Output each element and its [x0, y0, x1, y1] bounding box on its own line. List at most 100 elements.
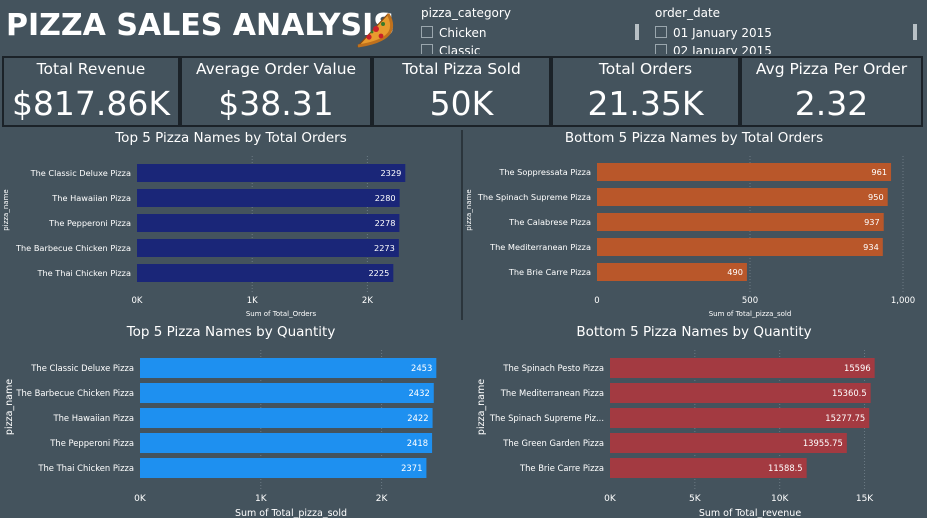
slicer-option-date-1[interactable]: 01 January 2015 [655, 26, 772, 40]
category-label: The Brie Carre Pizza [508, 267, 591, 277]
bar [137, 264, 394, 282]
category-label: The Classic Deluxe Pizza [30, 363, 134, 373]
data-label: 15596 [844, 363, 871, 373]
bar [137, 164, 406, 182]
kpi-card-total-orders: Total Orders 21.35K [551, 56, 740, 127]
x-axis-label: Sum of Total_pizza_sold [709, 310, 792, 318]
bar [140, 458, 427, 478]
chart-title: Bottom 5 Pizza Names by Quantity [576, 324, 811, 340]
bar [137, 189, 400, 207]
data-label: 950 [868, 192, 884, 202]
bar [597, 188, 888, 206]
kpi-label: Average Order Value [195, 60, 357, 78]
category-label: The Barbecue Chicken Pizza [15, 388, 134, 398]
category-label: The Pepperoni Pizza [49, 438, 134, 448]
x-tick-label: 0K [604, 494, 617, 504]
slicer-option-chicken[interactable]: Chicken [421, 26, 486, 40]
y-axis-label: pizza_name [476, 379, 487, 435]
bar [137, 214, 400, 232]
bar [140, 383, 434, 403]
bar [610, 358, 875, 378]
chart-title: Top 5 Pizza Names by Quantity [126, 324, 336, 340]
kpi-value: $38.31 [218, 84, 334, 123]
data-label: 15360.5 [832, 388, 867, 398]
kpi-value: 21.35K [587, 84, 704, 123]
bottom-strip [0, 518, 927, 523]
category-label: The Green Garden Pizza [502, 438, 604, 448]
category-label: The Barbecue Chicken Pizza [15, 243, 131, 253]
data-label: 2278 [375, 218, 396, 228]
slicer-scrollbar[interactable] [913, 24, 917, 40]
chart-svg: Bottom 5 Pizza Names by Total Orders 961 T… [465, 130, 915, 318]
checkbox[interactable] [655, 44, 667, 54]
data-label: 2418 [407, 438, 428, 448]
data-label: 11588.5 [768, 463, 803, 473]
x-tick-label: 0K [132, 296, 143, 306]
chart-bottom5-quantity: Bottom 5 Pizza Names by Quantity 15596 The… [463, 322, 925, 519]
data-label: 2432 [408, 388, 429, 398]
kpi-label: Total Pizza Sold [402, 60, 521, 78]
x-tick-label: 2K [376, 494, 389, 504]
x-tick-label: 5K [689, 494, 702, 504]
slicer-option-classic[interactable]: Classic [421, 44, 481, 54]
kpi-label: Avg Pizza Per Order [755, 60, 908, 78]
category-label: The Pepperoni Pizza [48, 218, 131, 228]
checkbox[interactable] [421, 44, 433, 54]
data-label: 2280 [375, 193, 396, 203]
x-tick-label: 15K [856, 494, 874, 504]
checkbox[interactable] [421, 26, 433, 38]
category-label: The Soppressata Pizza [498, 167, 591, 177]
bar [140, 358, 437, 378]
slicer-scrollbar[interactable] [635, 24, 639, 40]
checkbox[interactable] [655, 26, 667, 38]
y-axis-label: pizza_name [4, 379, 15, 435]
slicer-option-date-2[interactable]: 02 January 2015 [655, 44, 772, 54]
page-title: PIZZA SALES ANALYSIS [6, 8, 395, 43]
x-tick-label: 1K [247, 296, 258, 306]
bar [597, 238, 883, 256]
x-tick-label: 0 [594, 296, 599, 306]
data-label: 961 [871, 167, 887, 177]
data-label: 2225 [368, 268, 389, 278]
category-label: The Mediterranean Pizza [500, 388, 604, 398]
data-label: 2453 [411, 363, 432, 373]
x-tick-label: 0K [134, 494, 147, 504]
chart-top5-quantity: Top 5 Pizza Names by Quantity 2453 The Cla… [0, 322, 462, 519]
slicer-title: pizza_category [421, 6, 511, 20]
x-axis-label: Sum of Total_Orders [246, 310, 317, 318]
x-tick-label: 1K [255, 494, 268, 504]
bar [597, 163, 892, 181]
x-tick-label: 10K [771, 494, 789, 504]
category-label: The Mediterranean Pizza [489, 242, 591, 252]
kpi-label: Total Orders [598, 60, 693, 78]
data-label: 2329 [380, 168, 401, 178]
x-tick-label: 500 [742, 296, 758, 306]
chart-top5-orders: Top 5 Pizza Names by Total Orders 2329 The… [0, 128, 462, 320]
kpi-card-average-order-value: Average Order Value $38.31 [180, 56, 372, 127]
category-label: The Classic Deluxe Pizza [30, 168, 131, 178]
bar [140, 433, 433, 453]
chart-title: Top 5 Pizza Names by Total Orders [114, 130, 347, 146]
category-label: The Thai Chicken Pizza [37, 463, 134, 473]
data-label: 13955.75 [803, 438, 843, 448]
slicer-title: order_date [655, 6, 721, 20]
chart-svg: Bottom 5 Pizza Names by Quantity 15596 The… [476, 324, 875, 519]
pizza-slice-icon [356, 13, 394, 48]
chart-svg: Top 5 Pizza Names by Total Orders 2329 The… [2, 130, 406, 318]
category-label: The Hawaiian Pizza [51, 193, 131, 203]
bar [137, 239, 399, 257]
bar [597, 213, 884, 231]
kpi-card-avg-pizza-per-order: Avg Pizza Per Order 2.32 [740, 56, 923, 127]
data-label: 2422 [407, 413, 428, 423]
y-axis-label: pizza_name [2, 189, 10, 230]
slicer-pizza-category[interactable]: pizza_category Chicken Classic [421, 6, 639, 54]
slicer-order-date[interactable]: order_date 01 January 2015 02 January 20… [655, 6, 920, 54]
dashboard-canvas: PIZZA SALES ANALYSIS pizza_category Chic… [0, 0, 927, 523]
y-axis-label: pizza_name [465, 189, 473, 230]
bar [597, 263, 747, 281]
x-tick-label: 1,000 [891, 296, 915, 306]
category-label: The Spinach Supreme Pizza [477, 192, 591, 202]
data-label: 934 [863, 242, 879, 252]
category-label: The Hawaiian Pizza [52, 413, 134, 423]
chart-svg: Top 5 Pizza Names by Quantity 2453 The Cla… [4, 324, 437, 519]
